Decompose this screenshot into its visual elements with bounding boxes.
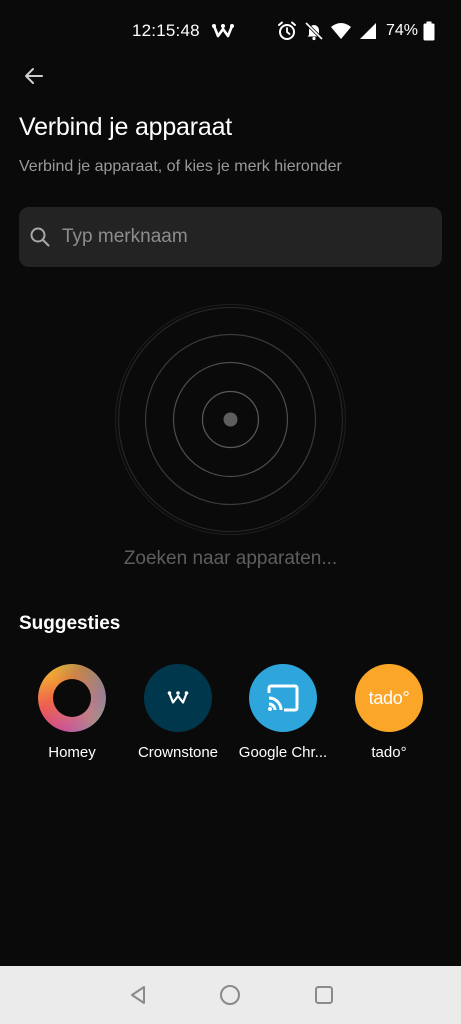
page-subtitle: Verbind je apparaat, of kies je merk hie…	[19, 158, 342, 175]
battery-icon	[423, 21, 435, 41]
wifi-icon	[330, 20, 352, 42]
status-bar: 12:15:48 74%	[0, 0, 461, 62]
back-button[interactable]	[16, 58, 52, 94]
arrow-left-icon	[25, 68, 43, 84]
tado-logo: tado°	[355, 664, 423, 732]
scan-status-text: Zoeken naar apparaten...	[123, 548, 338, 569]
search-icon	[28, 225, 52, 249]
alarm-icon	[276, 20, 298, 42]
battery-percent: 74%	[385, 22, 418, 39]
suggestion-label: Crownstone	[137, 744, 219, 761]
signal-icon	[357, 20, 379, 42]
home-circle-icon[interactable]	[218, 983, 242, 1007]
crownstone-app-icon	[212, 22, 234, 40]
suggestion-homey[interactable]: Homey	[20, 664, 124, 768]
scan-radar	[115, 304, 346, 535]
crownstone-logo	[144, 664, 212, 732]
search-input[interactable]	[62, 207, 432, 267]
back-triangle-icon[interactable]	[126, 983, 150, 1007]
bell-off-icon	[303, 20, 325, 42]
homey-logo	[38, 664, 106, 732]
page-title: Verbind je apparaat	[19, 113, 233, 141]
suggestion-label: Homey	[48, 744, 96, 761]
suggestions-list: Homey Crownstone Google Chr... tado° tad…	[0, 664, 461, 774]
status-time: 12:15:48	[132, 21, 200, 40]
suggestion-google-chromecast[interactable]: Google Chr...	[231, 664, 335, 768]
status-icons: 74%	[276, 20, 435, 42]
chromecast-logo	[249, 664, 317, 732]
suggestion-label: Google Chr...	[238, 744, 328, 761]
recents-square-icon[interactable]	[312, 983, 336, 1007]
suggestion-tado[interactable]: tado° tado°	[337, 664, 441, 768]
suggestion-label: tado°	[371, 744, 407, 761]
system-nav-bar	[0, 966, 461, 1024]
search-box[interactable]	[19, 207, 442, 267]
suggestions-title: Suggesties	[19, 613, 121, 634]
suggestion-crownstone[interactable]: Crownstone	[126, 664, 230, 768]
